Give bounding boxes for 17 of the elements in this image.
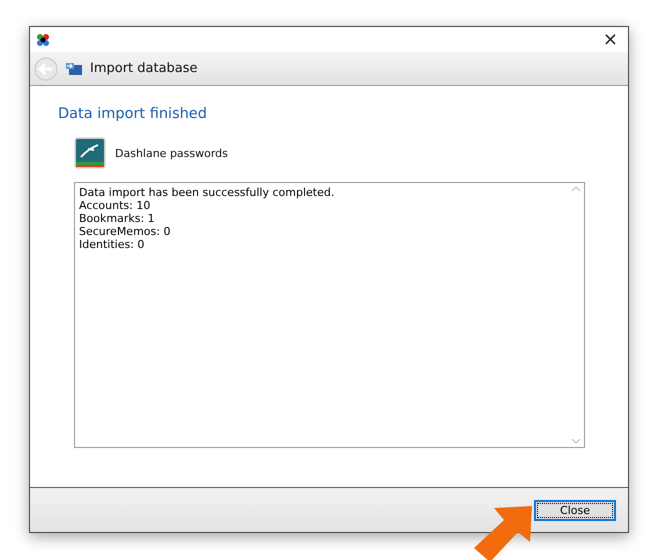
log-line: SecureMemos: 0 [79,225,172,238]
scroll-down-icon[interactable] [572,439,580,444]
app-icon [74,137,106,169]
log-line: Data import has been successfully completed. [79,186,336,199]
window-close-button[interactable]: × [598,30,622,50]
import-icon [66,62,82,76]
scroll-up-icon[interactable] [572,186,580,191]
log-line: Bookmarks: 1 [79,212,156,225]
app-logo-icon [36,32,50,46]
source-name: Dashlane passwords [115,146,228,160]
page-title: Import database [90,61,198,76]
close-button[interactable]: Close [534,500,616,520]
pointer-arrow-drawing [472,504,534,560]
log-textbox[interactable]: Data import has been successfully completed. Accounts: 10 Bookmarks: 1 SecureMemos: 0 Identities: 0 [74,182,585,448]
section-heading: Data import finished [58,106,208,122]
log-line: Accounts: 10 [79,199,152,212]
log-line: Identities: 0 [79,238,146,251]
